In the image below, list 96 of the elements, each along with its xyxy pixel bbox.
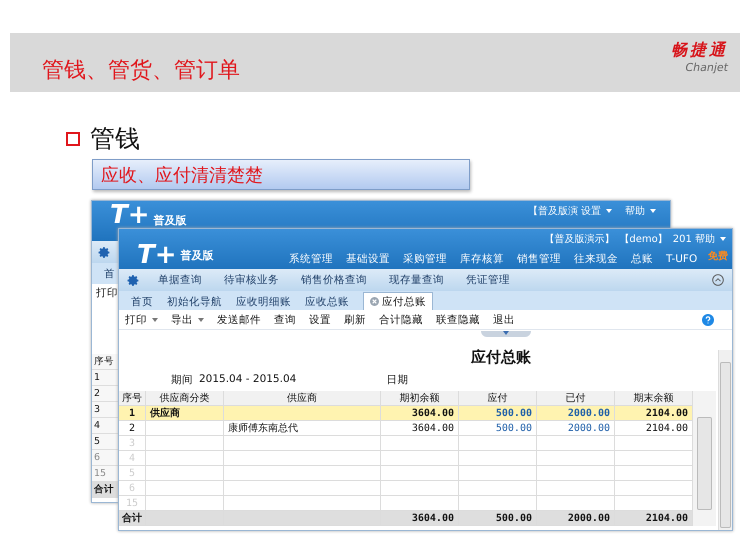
header-link[interactable]: 201 帮助 [672,232,715,246]
menu-item[interactable]: T-UFO [666,253,698,265]
table-cell: 2000.00 [537,406,615,421]
edition-label: 普及版 [154,213,187,228]
toolbar-button[interactable]: 发送邮件 [217,312,261,326]
caret-icon [650,209,656,213]
nav-item[interactable]: 销售价格查询 [301,273,367,287]
table-cell: 2 [119,421,146,436]
caret-icon [198,318,204,322]
row-number: 3 [92,402,119,418]
tab[interactable]: 首页 [131,293,153,310]
toolbar-button[interactable]: 查询 [274,312,296,326]
tab[interactable]: 应收总账 [305,293,349,310]
toolbar-button[interactable]: 联查隐藏 [436,312,480,326]
app-logo: T+ [110,201,150,229]
callout-banner: 应收、应付清清楚楚 [92,159,470,190]
tab[interactable]: 初始化导航 [167,293,222,310]
menu-item[interactable]: 库存核算 [460,252,504,266]
toolbar-button[interactable]: 打印 [125,312,158,326]
print-button[interactable]: 打印 [96,286,118,300]
tab[interactable]: 应收明细账 [236,293,291,310]
row-number: 5 [92,434,119,450]
period-label: 期间 [171,373,193,387]
row-number: 15 [92,466,119,482]
nav-item[interactable]: 现存量查询 [389,273,444,287]
table-cell: 康师傅东南总代 [224,421,381,436]
settings-icon[interactable] [127,274,140,286]
menu-item[interactable]: 往来现金 [574,252,618,266]
nav-item[interactable]: 待审核业务 [224,273,279,287]
caret-icon [152,318,158,322]
toolbar-button[interactable]: 刷新 [344,312,366,326]
table-cell: 2104.00 [615,421,693,436]
nav-item[interactable]: 凭证管理 [466,273,510,287]
table-cell: 2104.00 [615,406,693,421]
row-number: 1 [92,370,119,386]
menu-item[interactable]: 采购管理 [403,252,447,266]
table-cell: 500.00 [459,406,537,421]
table-scrollbar[interactable] [693,391,716,526]
header-link[interactable]: 【demo】 [619,232,668,246]
bullet-heading: 管钱 [90,123,140,155]
caret-icon [503,331,509,335]
scrollbar[interactable] [718,350,732,530]
tab-label[interactable]: 首 [104,266,115,280]
brand-logo: 畅捷通 [671,40,728,60]
total-cell: 500.00 [459,511,537,526]
row-number: 4 [92,418,119,434]
date-label: 日期 [386,373,408,387]
table-cell: 3604.00 [381,406,459,421]
caret-icon [720,237,726,241]
menu-item[interactable]: 销售管理 [517,252,561,266]
close-icon[interactable] [370,297,379,306]
column-header: 期末余额 [615,391,693,406]
toolbar-button[interactable]: 设置 [309,312,331,326]
menu-item[interactable]: 总账 [631,252,653,266]
header-link[interactable]: 【普及版演示】 [544,232,614,246]
header-link[interactable]: 【普及版演 设置 [528,204,601,218]
total-cell: 2000.00 [537,511,615,526]
period-value: 2015.04 - 2015.04 [199,373,296,387]
column-header: 供应商分类 [146,391,224,406]
total-cell: 3604.00 [381,511,459,526]
nav-item[interactable]: 单据查询 [158,273,202,287]
collapse-icon[interactable] [712,274,724,286]
column-header: 序号 [92,354,119,370]
brand-subtitle: Chanjet [685,60,728,74]
header-link[interactable]: 帮助 [625,204,645,218]
table-cell: 1 [119,406,146,421]
toolbar-button[interactable]: 退出 [493,312,515,326]
settings-icon[interactable] [98,246,111,258]
app-logo: T+ [137,241,177,269]
column-header: 应付 [459,391,537,406]
row-number: 2 [92,386,119,402]
free-label: 免费 [708,250,728,263]
pull-down-tab[interactable] [481,331,531,337]
table-cell: 供应商 [146,406,224,421]
column-header: 已付 [537,391,615,406]
table-cell: 500.00 [459,421,537,436]
column-header: 期初余额 [381,391,459,406]
total-label: 合计 [92,482,119,498]
total-cell: 2104.00 [615,511,693,526]
column-header: 供应商 [224,391,381,406]
total-cell: 合计 [119,511,146,526]
square-bullet-icon [66,132,80,146]
edition-label: 普及版 [180,248,214,264]
toolbar-button[interactable]: 合计隐藏 [379,312,423,326]
column-header: 序号 [119,391,146,406]
slide-title: 管钱、管货、管订单 [42,56,240,84]
report-title: 应付总账 [471,348,531,367]
caret-icon [606,209,612,213]
tab[interactable]: 应付总账 [363,292,433,310]
table-cell: 3604.00 [381,421,459,436]
toolbar-button[interactable]: 导出 [171,312,204,326]
row-number: 6 [92,450,119,466]
menu-item[interactable]: 基础设置 [346,252,390,266]
table-cell: 2000.00 [537,421,615,436]
menu-item[interactable]: 系统管理 [289,252,333,266]
help-icon[interactable] [702,314,714,326]
